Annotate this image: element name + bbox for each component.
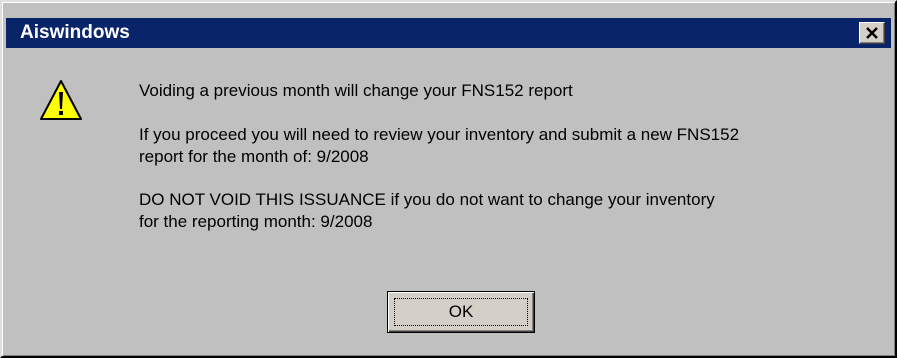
message-line-3a: DO NOT VOID THIS ISSUANCE if you do not … (139, 190, 715, 209)
close-button[interactable] (859, 22, 885, 44)
ok-button[interactable]: OK (387, 291, 535, 333)
title-bar[interactable]: Aiswindows (6, 18, 891, 48)
window-title: Aiswindows (20, 22, 130, 43)
message-line-2a: If you proceed you will need to review y… (139, 125, 740, 144)
message-line-1: Voiding a previous month will change you… (139, 81, 573, 100)
message-line-3b: for the reporting month: 9/2008 (139, 212, 373, 231)
message-line-2b: report for the month of: 9/2008 (139, 147, 369, 166)
warning-icon (40, 80, 82, 120)
ok-button-label: OK (448, 302, 474, 321)
close-icon (866, 27, 878, 39)
dialog-window: Aiswindows Voiding a previous month will… (0, 0, 897, 358)
